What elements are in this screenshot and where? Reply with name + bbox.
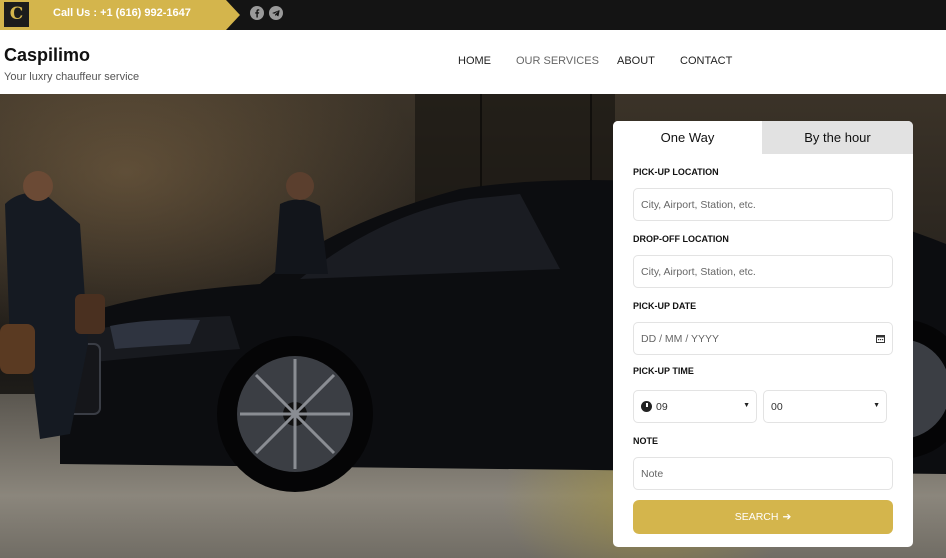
man-briefcase: [75, 294, 105, 334]
call-us-text[interactable]: Call Us : +1 (616) 992-1647: [53, 7, 191, 19]
minute-select[interactable]: 00 ▼: [763, 390, 887, 423]
nav-our-services[interactable]: OUR SERVICES: [516, 55, 599, 67]
top-bar: C Call Us : +1 (616) 992-1647: [0, 0, 946, 30]
man-bag: [0, 324, 35, 374]
search-button[interactable]: SEARCH ➔: [633, 500, 893, 534]
nav-home[interactable]: HOME: [458, 55, 491, 67]
pickup-date-input[interactable]: DD / MM / YYYY: [633, 322, 893, 355]
booking-form: One Way By the hour PICK-UP LOCATION Cit…: [613, 121, 913, 547]
woman-head: [286, 172, 314, 200]
dropoff-location-input[interactable]: City, Airport, Station, etc.: [633, 255, 893, 288]
tab-one-way[interactable]: One Way: [613, 121, 762, 154]
hour-value: 09: [656, 400, 668, 413]
pickup-location-label: PICK-UP LOCATION: [633, 167, 719, 177]
calendar-icon[interactable]: [876, 334, 885, 343]
search-button-label: SEARCH: [734, 511, 779, 523]
pickup-date-label: PICK-UP DATE: [633, 301, 697, 311]
clock-icon: [641, 401, 652, 412]
minute-value: 00: [771, 400, 783, 413]
hour-select[interactable]: 09 ▼: [633, 390, 757, 423]
brand-name[interactable]: Caspilimo: [4, 45, 90, 66]
telegram-icon[interactable]: [269, 6, 283, 20]
note-label: NOTE: [633, 436, 659, 446]
logo[interactable]: C: [3, 1, 30, 28]
arrow-right-icon: ➔: [782, 511, 792, 523]
woman-figure: [275, 199, 328, 274]
dropoff-location-label: DROP-OFF LOCATION: [633, 234, 729, 244]
chevron-down-icon: ▼: [873, 402, 880, 409]
nav-about[interactable]: ABOUT: [617, 55, 655, 67]
site-header: Caspilimo Your luxry chauffeur service H…: [0, 30, 946, 94]
nav-contact[interactable]: CONTACT: [680, 55, 732, 67]
man-head: [23, 171, 53, 201]
pickup-time-label: PICK-UP TIME: [633, 366, 694, 376]
brand-tagline: Your luxry chauffeur service: [4, 71, 140, 83]
pickup-location-input[interactable]: City, Airport, Station, etc.: [633, 188, 893, 221]
facebook-icon[interactable]: [250, 6, 264, 20]
logo-letter: C: [9, 4, 24, 24]
pickup-date-placeholder: DD / MM / YYYY: [641, 332, 719, 345]
note-input[interactable]: Note: [633, 457, 893, 490]
chevron-down-icon: ▼: [743, 402, 750, 409]
tab-by-the-hour[interactable]: By the hour: [762, 121, 913, 154]
car-front-spokes: [240, 359, 350, 469]
